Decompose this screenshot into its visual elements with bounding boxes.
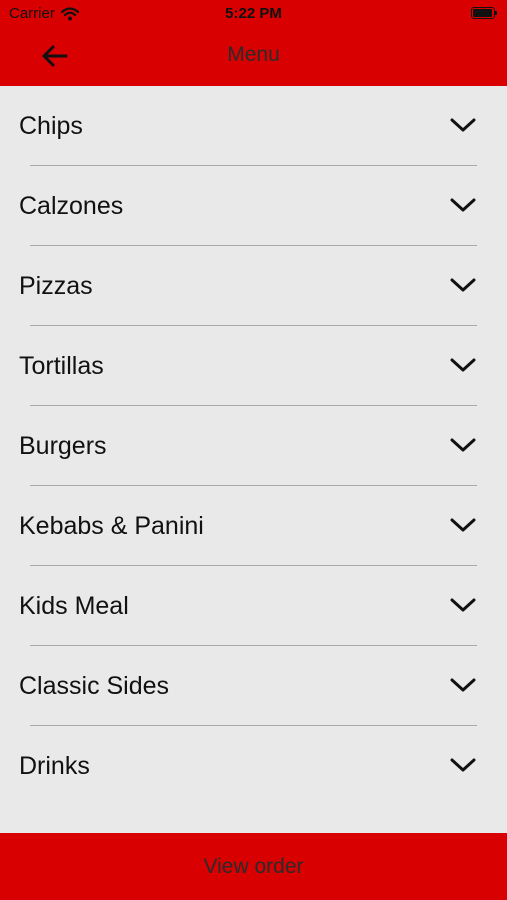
menu-category-classic-sides[interactable]: Classic Sides [0,646,507,726]
page-title: Menu [227,43,280,66]
chevron-down-icon [450,278,476,292]
menu-category-calzones[interactable]: Calzones [0,166,507,246]
menu-category-list: Chips Calzones Pizzas Tortillas Burgers … [0,86,507,806]
chevron-down-icon [450,438,476,452]
menu-category-drinks[interactable]: Drinks [0,726,507,806]
battery-icon [471,7,497,19]
menu-category-label: Classic Sides [19,672,170,700]
menu-category-tortillas[interactable]: Tortillas [0,326,507,406]
menu-category-label: Calzones [19,192,124,220]
menu-category-label: Kids Meal [19,592,129,620]
chevron-down-icon [450,118,476,132]
chevron-down-icon [450,518,476,532]
chevron-down-icon [450,198,476,212]
menu-category-label: Drinks [19,752,90,780]
status-time: 5:22 PM [225,5,282,22]
menu-category-label: Chips [19,112,83,140]
chevron-down-icon [450,758,476,772]
menu-category-chips[interactable]: Chips [0,86,507,166]
view-order-button[interactable]: View order [0,833,507,900]
chevron-down-icon [450,598,476,612]
menu-category-pizzas[interactable]: Pizzas [0,246,507,326]
menu-category-label: Burgers [19,432,107,460]
menu-category-burgers[interactable]: Burgers [0,406,507,486]
status-bar: Carrier 5:22 PM [0,0,507,28]
menu-category-label: Tortillas [19,352,104,380]
menu-category-kebabs-panini[interactable]: Kebabs & Panini [0,486,507,566]
view-order-label: View order [203,854,304,878]
menu-category-label: Pizzas [19,272,93,300]
top-bar: Carrier 5:22 PM Menu [0,0,507,86]
menu-category-label: Kebabs & Panini [19,512,204,540]
menu-category-kids-meal[interactable]: Kids Meal [0,566,507,646]
chevron-down-icon [450,358,476,372]
chevron-down-icon [450,678,476,692]
